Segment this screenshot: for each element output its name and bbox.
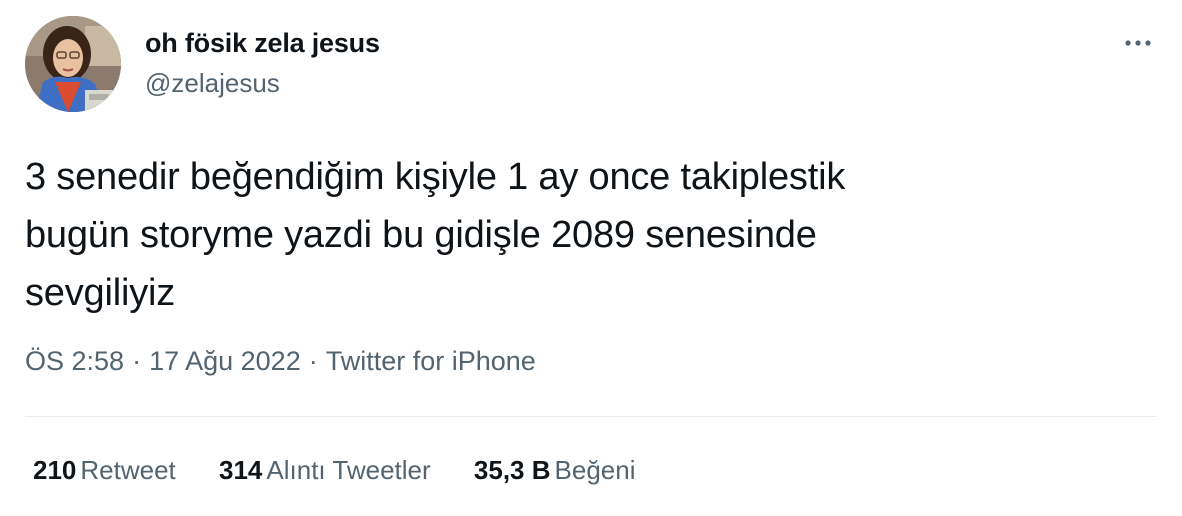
tweet-text: 3 senedir beğendiğim kişiyle 1 ay once t…	[25, 148, 1135, 322]
likes-stat[interactable]: 35,3 B Beğeni	[474, 455, 636, 486]
tweet-metadata: ÖS 2:58 · 17 Ağu 2022 · Twitter for iPhone	[25, 346, 536, 377]
retweets-stat[interactable]: 210 Retweet	[33, 455, 176, 486]
avatar-photo	[25, 16, 121, 112]
author-handle[interactable]: @zelajesus	[145, 68, 280, 99]
tweet-time[interactable]: ÖS 2:58	[25, 346, 124, 376]
tweet-date[interactable]: 17 Ağu 2022	[149, 346, 301, 376]
tweet-card: oh fösik zela jesus @zelajesus 3 senedir…	[0, 0, 1182, 516]
more-options-button[interactable]	[1118, 26, 1160, 60]
meta-separator: ·	[132, 346, 142, 376]
retweets-count: 210	[33, 455, 77, 485]
quotes-stat[interactable]: 314 Alıntı Tweetler	[219, 455, 431, 486]
tweet-source[interactable]: Twitter for iPhone	[326, 346, 536, 376]
tweet-text-line: sevgiliyiz	[25, 272, 176, 314]
author-display-name[interactable]: oh fösik zela jesus	[145, 28, 380, 59]
likes-count: 35,3 B	[473, 455, 551, 485]
likes-label: Beğeni	[554, 455, 636, 485]
more-horizontal-icon	[1125, 40, 1151, 46]
tweet-text-line: bugün storyme yazdi bu gidişle 2089 sene…	[25, 214, 817, 256]
meta-separator: ·	[308, 346, 318, 376]
tweet-text-line: 3 senedir beğendiğim kişiyle 1 ay once t…	[25, 156, 846, 198]
divider	[25, 416, 1157, 417]
quotes-count: 314	[219, 455, 263, 485]
retweets-label: Retweet	[80, 455, 176, 485]
tweet-stats: 210 Retweet 314 Alıntı Tweetler 35,3 B Beğe…	[33, 455, 671, 486]
author-avatar[interactable]	[25, 16, 121, 112]
quotes-label: Alıntı Tweetler	[266, 455, 431, 485]
